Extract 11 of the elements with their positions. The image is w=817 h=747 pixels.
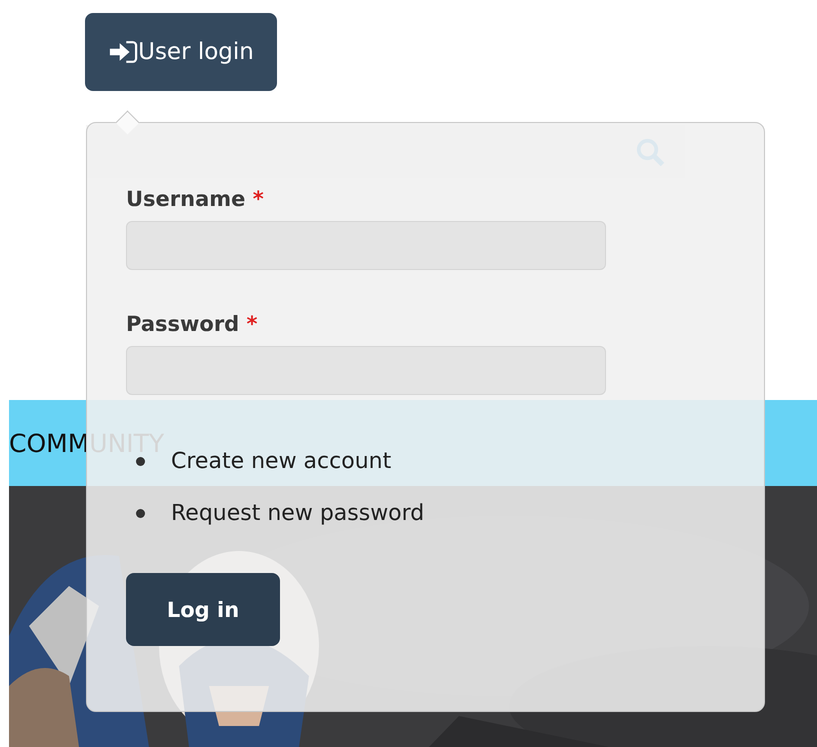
account-link[interactable]: Request new password: [171, 500, 424, 526]
bullet-icon: [136, 508, 145, 518]
input-field[interactable]: [126, 221, 606, 270]
field-label: Username *: [126, 186, 264, 213]
field-label: Password *: [126, 311, 258, 338]
account-link[interactable]: Create new account: [171, 448, 392, 474]
log-in-button[interactable]: Log in: [126, 573, 280, 646]
bullet-icon: [136, 456, 145, 466]
user-login-button[interactable]: User login: [85, 13, 277, 91]
input-field[interactable]: [126, 346, 606, 395]
sign-in-icon: [108, 40, 138, 64]
